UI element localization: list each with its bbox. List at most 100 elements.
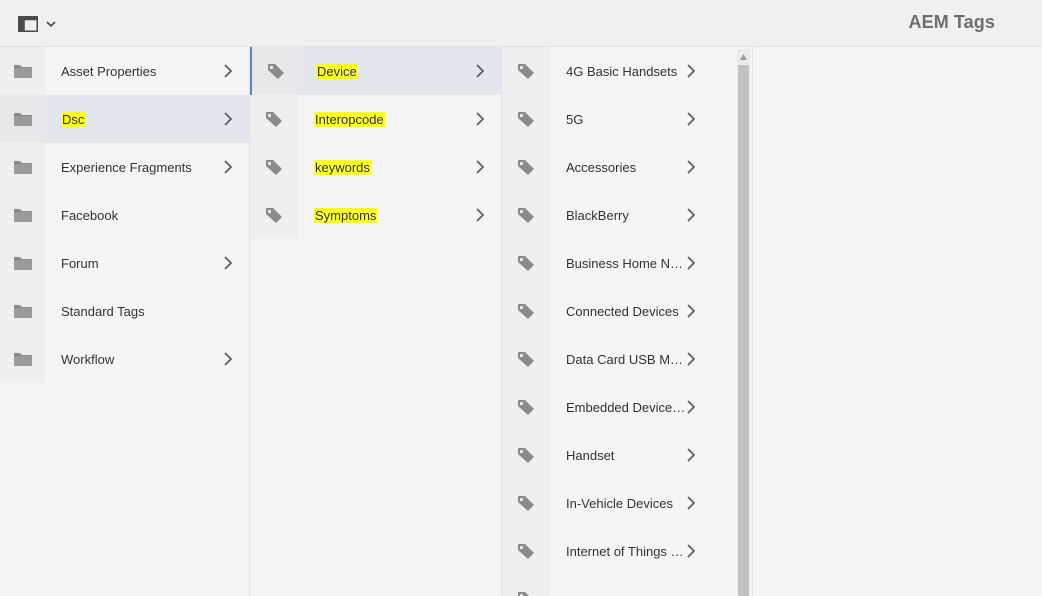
list-item-label: Facebook: [61, 207, 119, 223]
list-item-standard-tags[interactable]: Standard Tags: [0, 287, 249, 335]
chevron-right-icon[interactable]: [686, 64, 726, 78]
list-item-workflow[interactable]: Workflow: [0, 335, 249, 383]
tag-icon: [502, 335, 550, 383]
list-item-4g-basic-handsets[interactable]: 4G Basic Handsets: [502, 47, 752, 95]
list-item-in-vehicle-devices[interactable]: In-Vehicle Devices: [502, 479, 752, 527]
chevron-right-icon[interactable]: [223, 112, 249, 126]
list-item-label: Symptoms: [314, 207, 378, 223]
list-item-device[interactable]: Device: [250, 47, 501, 95]
folder-icon: [0, 335, 45, 383]
scroll-up-arrow-icon[interactable]: [740, 54, 747, 60]
tag-icon: [502, 383, 550, 431]
list-item-partial[interactable]: [502, 575, 752, 596]
list-item-label: Asset Properties: [61, 63, 157, 79]
list-item-label: Data Card USB Mod...: [566, 351, 686, 367]
list-item-business-home-net[interactable]: Business Home Net...: [502, 239, 752, 287]
chevron-right-icon[interactable]: [686, 256, 726, 270]
folder-icon: [0, 143, 45, 191]
list-item-label: Dsc: [61, 111, 86, 127]
list-item-dsc[interactable]: Dsc: [0, 95, 249, 143]
list-item-experience-fragments[interactable]: Experience Fragments: [0, 143, 249, 191]
folder-icon: [0, 191, 45, 239]
tag-icon: [250, 143, 298, 191]
column-view: Asset Properties Dsc Experience Fragments F…: [0, 47, 1042, 596]
tag-icon: [502, 143, 550, 191]
list-item-keywords[interactable]: keywords: [250, 143, 501, 191]
chevron-right-icon[interactable]: [223, 64, 249, 78]
list-item-internet-of-things-i[interactable]: Internet of Things (I...: [502, 527, 752, 575]
list-item-label: BlackBerry: [566, 207, 629, 223]
list-item-label: Accessories: [566, 159, 637, 175]
chevron-right-icon[interactable]: [475, 208, 501, 222]
list-item-5g[interactable]: 5G: [502, 95, 752, 143]
list-item-label: Handset: [566, 447, 615, 463]
chevron-right-icon[interactable]: [475, 64, 501, 78]
chevron-right-icon[interactable]: [686, 160, 726, 174]
chevron-right-icon[interactable]: [223, 256, 249, 270]
chevron-right-icon[interactable]: [686, 208, 726, 222]
list-item-label: Embedded Devices ...: [566, 399, 686, 415]
list-item-label: Experience Fragments: [61, 159, 192, 175]
tag-icon: [252, 47, 300, 95]
tag-icon: [502, 239, 550, 287]
list-item-forum[interactable]: Forum: [0, 239, 249, 287]
chevron-down-icon: [46, 21, 56, 28]
list-item-symptoms[interactable]: Symptoms: [250, 191, 501, 239]
tag-icon: [502, 479, 550, 527]
chevron-right-icon[interactable]: [686, 304, 726, 318]
list-item-label: 5G: [566, 111, 584, 127]
chevron-right-icon[interactable]: [223, 160, 249, 174]
list-item-asset-properties[interactable]: Asset Properties: [0, 47, 249, 95]
folder-icon: [0, 287, 45, 335]
chevron-right-icon[interactable]: [223, 352, 249, 366]
tag-icon: [502, 191, 550, 239]
chevron-right-icon[interactable]: [686, 544, 726, 558]
tag-icon: [502, 575, 550, 596]
chevron-right-icon[interactable]: [686, 496, 726, 510]
list-item-label: 4G Basic Handsets: [566, 63, 678, 79]
rail-toggle-icon: [18, 16, 38, 32]
chevron-right-icon[interactable]: [686, 400, 726, 414]
top-bar: AEM Tags: [0, 0, 1042, 47]
chevron-right-icon[interactable]: [686, 448, 726, 462]
list-item-facebook[interactable]: Facebook: [0, 191, 249, 239]
list-item-label: Interopcode: [314, 111, 385, 127]
list-item-label: Workflow: [61, 351, 115, 367]
chevron-right-icon[interactable]: [475, 160, 501, 174]
list-item-label: In-Vehicle Devices: [566, 495, 673, 511]
list-item-label: Internet of Things (I...: [566, 543, 686, 559]
list-item-embedded-devices[interactable]: Embedded Devices ...: [502, 383, 752, 431]
page-title: AEM Tags: [908, 12, 995, 32]
rail-toggle-button[interactable]: [14, 12, 60, 36]
tag-icon: [250, 191, 298, 239]
folder-icon: [0, 239, 45, 287]
column-scrollbar[interactable]: [737, 49, 750, 596]
chevron-right-icon[interactable]: [475, 112, 501, 126]
chevron-right-icon[interactable]: [686, 112, 726, 126]
list-item-interopcode[interactable]: Interopcode: [250, 95, 501, 143]
tag-icon: [502, 527, 550, 575]
column-dsc: Device Interopcode keywords Symptoms: [250, 47, 502, 596]
tag-icon: [502, 95, 550, 143]
list-item-label: Connected Devices: [566, 303, 679, 319]
folder-icon: [0, 95, 45, 143]
list-item-blackberry[interactable]: BlackBerry: [502, 191, 752, 239]
list-item-label: Business Home Net...: [566, 255, 686, 271]
list-item-handset[interactable]: Handset: [502, 431, 752, 479]
chevron-right-icon[interactable]: [686, 352, 726, 366]
list-item-accessories[interactable]: Accessories: [502, 143, 752, 191]
column-root: Asset Properties Dsc Experience Fragments F…: [0, 47, 250, 596]
tag-icon: [502, 287, 550, 335]
tag-icon: [502, 47, 550, 95]
tag-icon: [250, 95, 298, 143]
list-item-label: keywords: [314, 159, 371, 175]
tag-icon: [502, 431, 550, 479]
list-item-label: Forum: [61, 255, 99, 271]
list-item-connected-devices[interactable]: Connected Devices: [502, 287, 752, 335]
scrollbar-thumb[interactable]: [738, 65, 749, 596]
folder-icon: [0, 47, 45, 95]
list-item-data-card-usb-mod[interactable]: Data Card USB Mod...: [502, 335, 752, 383]
list-item-label: Device: [316, 63, 358, 79]
column-device: 4G Basic Handsets 5G Accessories BlackBerry…: [502, 47, 753, 596]
list-item-label: Standard Tags: [61, 303, 145, 319]
